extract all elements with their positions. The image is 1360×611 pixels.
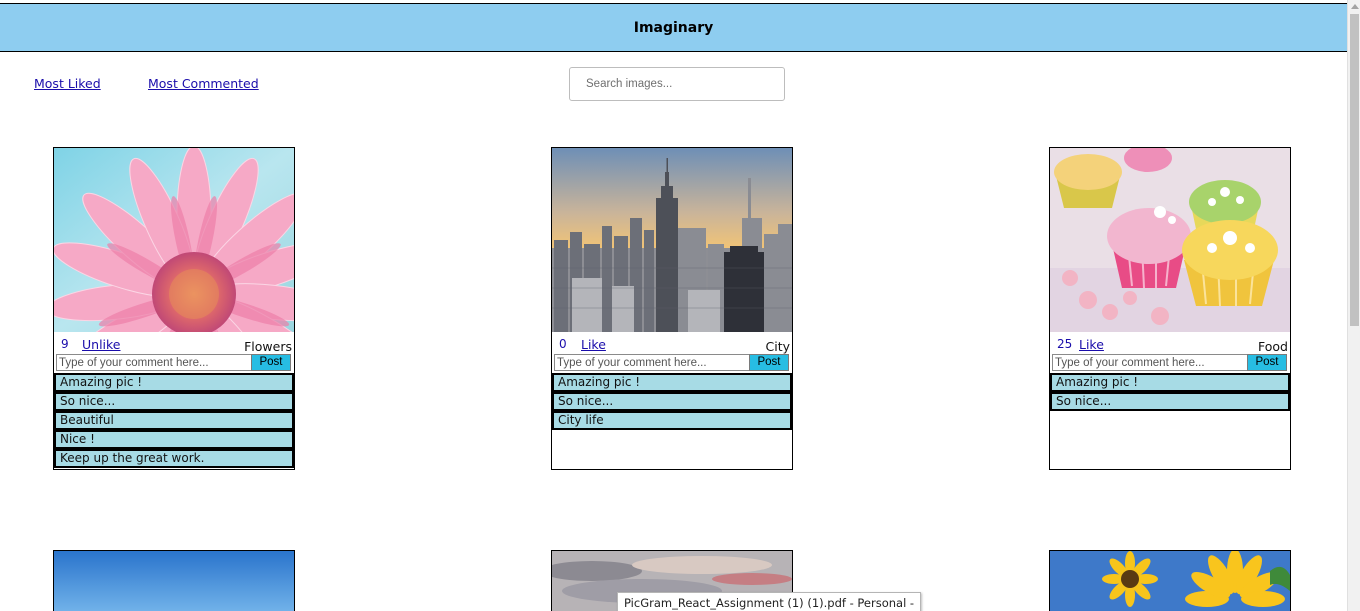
search-input[interactable]: [569, 67, 785, 101]
category-label: City: [765, 339, 791, 354]
comment-item: Nice !: [54, 430, 294, 449]
like-link[interactable]: Like: [1079, 337, 1104, 352]
comment-item: So nice...: [1050, 392, 1290, 411]
scrollbar-thumb[interactable]: [1350, 14, 1359, 326]
unlike-link[interactable]: Unlike: [82, 337, 121, 352]
like-count: 9: [61, 337, 69, 351]
post-button[interactable]: Post: [1247, 354, 1287, 371]
image-card-flowers: 9 Unlike Flowers Post Amazing pic ! So n…: [53, 147, 295, 470]
comment-list: Amazing pic ! So nice...: [1050, 373, 1290, 411]
comment-form: Post: [54, 353, 294, 373]
comment-item: So nice...: [552, 392, 792, 411]
post-button[interactable]: Post: [251, 354, 291, 371]
sunflowers-image: [1050, 551, 1290, 611]
scroll-up-icon[interactable]: [1351, 4, 1359, 9]
like-link[interactable]: Like: [581, 337, 606, 352]
comment-item: Beautiful: [54, 411, 294, 430]
comment-item: Amazing pic !: [552, 373, 792, 392]
comment-item: Amazing pic !: [1050, 373, 1290, 392]
comment-input[interactable]: [554, 354, 750, 371]
like-count: 25: [1057, 337, 1073, 351]
comment-form: Post: [552, 353, 792, 373]
taskbar-tooltip: PicGram_React_Assignment (1) (1).pdf - P…: [617, 592, 922, 611]
post-button[interactable]: Post: [749, 354, 789, 371]
comment-list: Amazing pic ! So nice... Beautiful Nice …: [54, 373, 294, 468]
blue-sky-image: [54, 551, 294, 611]
comment-item: Keep up the great work.: [54, 449, 294, 468]
cupcakes-image: [1050, 148, 1290, 332]
like-count: 0: [559, 337, 567, 351]
comment-input[interactable]: [1052, 354, 1248, 371]
image-card-blue-sky: [53, 550, 295, 611]
most-commented-link[interactable]: Most Commented: [148, 76, 259, 91]
vertical-scrollbar[interactable]: [1347, 0, 1360, 611]
comment-list: Amazing pic ! So nice... City life: [552, 373, 792, 430]
city-skyline-image: [552, 148, 792, 332]
comment-item: Amazing pic !: [54, 373, 294, 392]
most-liked-link[interactable]: Most Liked: [34, 76, 101, 91]
card-meta: 25 Like Food: [1050, 332, 1290, 354]
image-card-sunflowers: [1049, 550, 1291, 611]
category-label: Food: [1258, 339, 1288, 354]
comment-item: City life: [552, 411, 792, 430]
pink-daisy-image: [54, 148, 294, 332]
image-card-city: 0 Like City Post Amazing pic ! So nice..…: [551, 147, 793, 470]
category-label: Flowers: [244, 339, 292, 354]
comment-form: Post: [1050, 353, 1290, 373]
app-header: Imaginary: [0, 4, 1347, 52]
comment-input[interactable]: [56, 354, 252, 371]
app-title: Imaginary: [633, 19, 714, 36]
card-meta: 9 Unlike Flowers: [54, 332, 294, 354]
card-meta: 0 Like City: [552, 332, 792, 354]
comment-item: So nice...: [54, 392, 294, 411]
image-card-food: 25 Like Food Post Amazing pic ! So nice.…: [1049, 147, 1291, 470]
